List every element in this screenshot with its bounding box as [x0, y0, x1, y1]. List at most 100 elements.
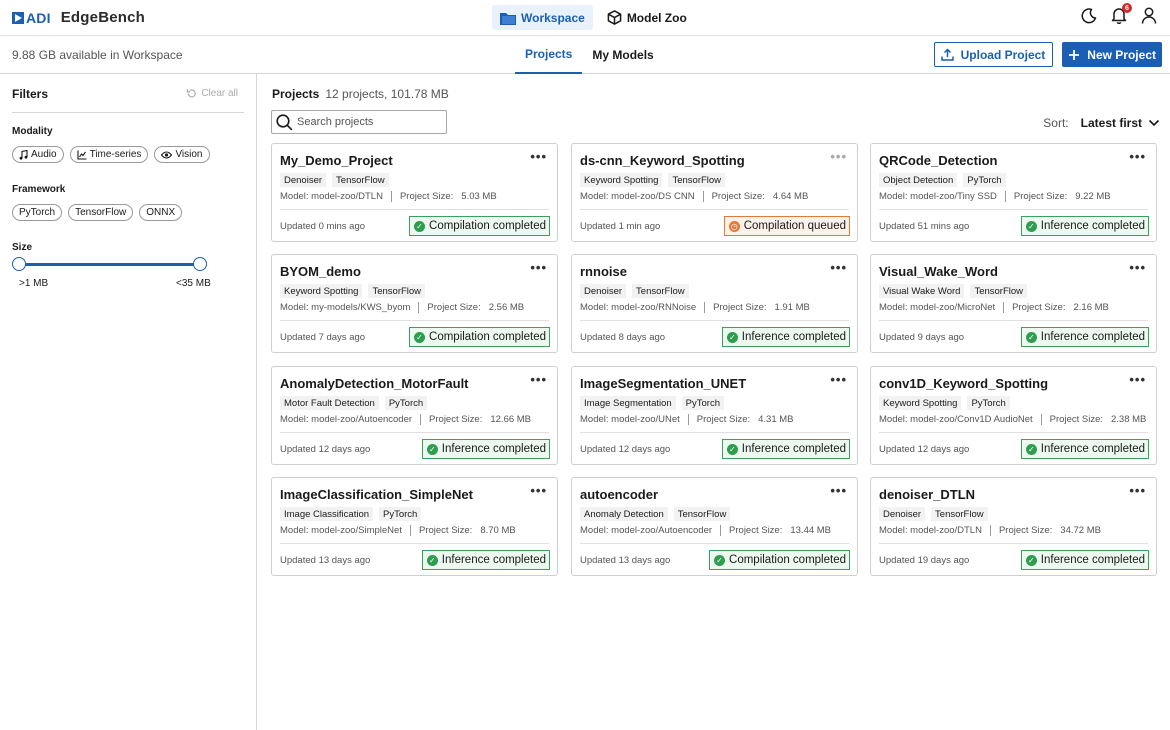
more-options-icon[interactable]: ••• [830, 149, 847, 164]
project-size-label: Project Size: [729, 525, 783, 536]
project-name[interactable]: QRCode_Detection [879, 153, 997, 168]
task-tag: Keyword Spotting [879, 396, 962, 410]
nav-model-zoo[interactable]: Model Zoo [599, 5, 695, 30]
project-card[interactable]: My_Demo_Project ••• Denoiser TensorFlow Mode… [271, 143, 558, 242]
projects-title: Projects [272, 87, 320, 101]
sort-label: Sort: [1043, 116, 1069, 130]
more-options-icon[interactable]: ••• [530, 149, 547, 164]
project-card[interactable]: ImageClassification_SimpleNet ••• Image Cl… [271, 477, 558, 576]
clear-all-button[interactable]: Clear all [186, 88, 238, 99]
project-meta: Model: model-zoo/DTLN Project Size: 34.72 … [879, 525, 1101, 536]
chip-tensorflow[interactable]: TensorFlow [68, 204, 134, 221]
size-slider-track[interactable] [19, 263, 200, 266]
chip-time-series[interactable]: Time-series [69, 146, 149, 163]
meta-divider [702, 191, 704, 202]
task-tag: Motor Fault Detection [280, 396, 379, 410]
tab-projects[interactable]: Projects [515, 36, 583, 74]
project-card[interactable]: ImageSegmentation_UNET ••• Image Segmentat… [571, 366, 858, 465]
project-card[interactable]: rnnoise ••• Denoiser TensorFlow Model: model… [571, 254, 858, 353]
project-name[interactable]: denoiser_DTLN [879, 487, 975, 502]
task-tag: Visual Wake Word [879, 284, 965, 298]
chip-vision[interactable]: Vision [154, 146, 210, 163]
updated-time: 51 mins ago [917, 221, 970, 232]
project-model: Model: model-zoo/UNet [580, 414, 680, 425]
project-meta: Model: model-zoo/Autoencoder Project Size… [580, 525, 831, 536]
search-input[interactable] [297, 116, 437, 128]
project-card[interactable]: BYOM_demo ••• Keyword Spotting TensorFlow Mo… [271, 254, 558, 353]
card-divider [879, 543, 1148, 544]
card-divider [879, 432, 1148, 433]
updated-time: 8 days ago [618, 332, 666, 343]
tab-my-models[interactable]: My Models [582, 36, 663, 74]
project-meta: Model: model-zoo/RNNoise Project Size: 1.9… [580, 302, 810, 313]
project-meta: Model: model-zoo/Autoencoder Project Size… [280, 414, 531, 425]
meta-divider [687, 414, 689, 425]
size-max-label: <35 MB [176, 278, 211, 289]
project-updated: Updated 7 days ago [280, 332, 365, 343]
project-model: Model: model-zoo/RNNoise [580, 302, 697, 313]
more-options-icon[interactable]: ••• [1129, 372, 1146, 387]
project-card[interactable]: QRCode_Detection ••• Object Detection PyTor… [870, 143, 1157, 242]
project-name[interactable]: Visual_Wake_Word [879, 264, 998, 279]
updated-prefix: Updated [879, 555, 915, 566]
upload-project-button[interactable]: Upload Project [933, 42, 1054, 67]
project-name[interactable]: ImageSegmentation_UNET [580, 376, 746, 391]
search-box[interactable] [271, 110, 447, 134]
projects-header: Projects 12 projects, 101.78 MB [272, 87, 449, 101]
project-updated: Updated 12 days ago [280, 444, 370, 455]
project-name[interactable]: ds-cnn_Keyword_Spotting [580, 153, 745, 168]
updated-time: 19 days ago [917, 555, 970, 566]
project-name[interactable]: ImageClassification_SimpleNet [280, 487, 473, 502]
size-slider-min-handle[interactable] [12, 257, 26, 271]
more-options-icon[interactable]: ••• [830, 260, 847, 275]
notifications-button[interactable]: 6 [1110, 3, 1132, 26]
size-slider-max-handle[interactable] [193, 257, 207, 271]
more-options-icon[interactable]: ••• [830, 483, 847, 498]
more-options-icon[interactable]: ••• [1129, 149, 1146, 164]
meta-divider [409, 525, 411, 536]
card-divider [879, 209, 1148, 210]
nav-workspace[interactable]: Workspace [492, 5, 593, 30]
chip-pytorch[interactable]: PyTorch [12, 204, 63, 221]
project-card[interactable]: denoiser_DTLN ••• Denoiser TensorFlow Model:… [870, 477, 1157, 576]
project-card[interactable]: autoencoder ••• Anomaly Detection TensorFlo… [571, 477, 858, 576]
project-name[interactable]: conv1D_Keyword_Spotting [879, 376, 1048, 391]
more-options-icon[interactable]: ••• [1129, 260, 1146, 275]
framework-tag: PyTorch [967, 396, 1010, 410]
project-name[interactable]: My_Demo_Project [280, 153, 393, 168]
modality-label: Modality [12, 126, 53, 137]
upload-icon [940, 48, 954, 61]
project-tags: Keyword Spotting PyTorch [879, 396, 1010, 410]
status-label: Compilation completed [729, 554, 846, 566]
meta-divider [704, 302, 706, 313]
more-options-icon[interactable]: ••• [1129, 483, 1146, 498]
project-card[interactable]: ds-cnn_Keyword_Spotting ••• Keyword Spotti… [571, 143, 858, 242]
sort-control[interactable]: Sort: Latest first [1043, 116, 1160, 130]
chip-onnx[interactable]: ONNX [139, 204, 183, 221]
card-divider [879, 320, 1148, 321]
chip-audio[interactable]: Audio [12, 146, 64, 163]
project-name[interactable]: BYOM_demo [280, 264, 361, 279]
project-name[interactable]: autoencoder [580, 487, 658, 502]
new-project-button[interactable]: New Project [1062, 42, 1162, 67]
meta-divider [1004, 191, 1006, 202]
project-card[interactable]: conv1D_Keyword_Spotting ••• Keyword Spotti… [870, 366, 1157, 465]
user-menu-button[interactable] [1140, 7, 1158, 26]
project-card[interactable]: Visual_Wake_Word ••• Visual Wake Word Tenso… [870, 254, 1157, 353]
notification-count-badge: 6 [1122, 3, 1132, 13]
project-meta: Model: model-zoo/SimpleNet Project Size: 8… [280, 525, 516, 536]
project-model: Model: model-zoo/Tiny SSD [879, 191, 997, 202]
more-options-icon[interactable]: ••• [530, 372, 547, 387]
project-card[interactable]: AnomalyDetection_MotorFault ••• Motor Faul… [271, 366, 558, 465]
clear-all-label: Clear all [201, 88, 238, 99]
dark-mode-toggle[interactable] [1080, 7, 1098, 26]
more-options-icon[interactable]: ••• [530, 260, 547, 275]
more-options-icon[interactable]: ••• [530, 483, 547, 498]
more-options-icon[interactable]: ••• [830, 372, 847, 387]
check-circle-icon: ✓ [1025, 331, 1037, 343]
project-updated: Updated 19 days ago [879, 555, 969, 566]
project-tags: Motor Fault Detection PyTorch [280, 396, 428, 410]
project-name[interactable]: AnomalyDetection_MotorFault [280, 376, 469, 391]
project-name[interactable]: rnnoise [580, 264, 627, 279]
brand[interactable]: ADI EdgeBench [12, 9, 145, 26]
